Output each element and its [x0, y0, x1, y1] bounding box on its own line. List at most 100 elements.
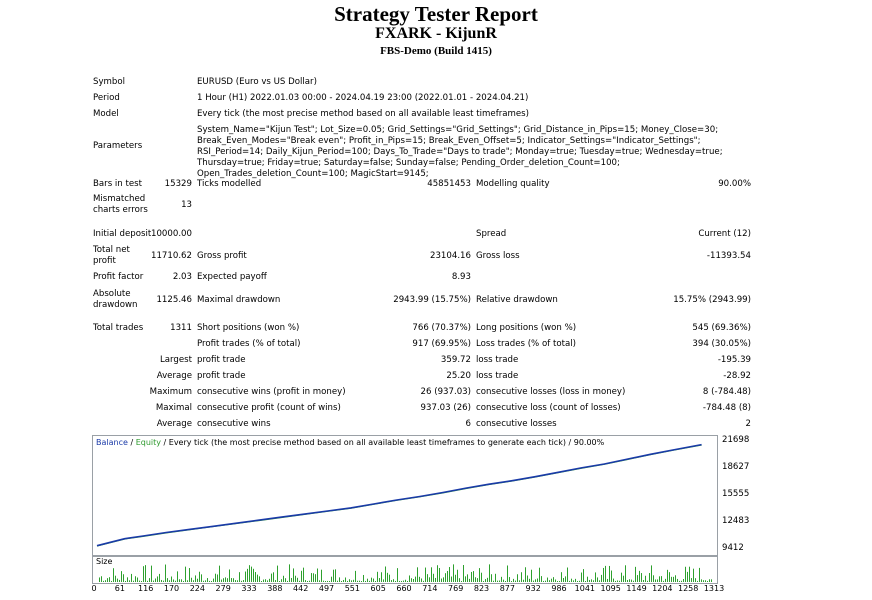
size-bar — [453, 564, 454, 582]
size-bar — [495, 573, 496, 582]
size-histogram — [99, 564, 712, 582]
x-tick-label: 605 — [370, 584, 386, 593]
size-bar — [567, 567, 568, 582]
cons-losses-money-label: consecutive losses (loss in money) — [476, 387, 626, 397]
size-bar — [211, 580, 212, 582]
size-bar — [175, 580, 176, 582]
size-bar — [181, 579, 182, 582]
size-bar — [491, 574, 492, 582]
size-bar — [619, 580, 620, 582]
size-bar — [639, 570, 640, 582]
size-bar — [269, 578, 270, 582]
size-bar — [673, 576, 674, 582]
size-bar — [623, 575, 624, 582]
size-bar — [247, 568, 248, 582]
x-tick-label: 986 — [551, 584, 567, 593]
size-bar — [571, 578, 572, 582]
size-bar — [411, 578, 412, 582]
size-bar — [537, 578, 538, 582]
size-bar — [555, 579, 556, 582]
report-server: FBS-Demo (Build 1415) — [380, 45, 492, 57]
x-tick-label: 0 — [91, 584, 97, 593]
size-bar — [685, 566, 686, 582]
size-bar — [193, 580, 194, 582]
size-bar — [123, 574, 124, 582]
size-bar — [543, 580, 544, 582]
size-bar — [105, 580, 106, 582]
maximal-label: Maximal — [155, 403, 192, 413]
size-bar — [309, 580, 310, 582]
x-tick-label: 714 — [422, 584, 438, 593]
size-bar — [201, 574, 202, 582]
size-bar — [147, 580, 148, 582]
size-bar — [593, 580, 594, 582]
size-bar — [189, 568, 190, 582]
size-bar — [669, 572, 670, 582]
size-bar — [357, 580, 358, 582]
size-bar — [359, 580, 360, 582]
cons-wins-value: 6 — [465, 419, 471, 429]
size-bar — [643, 579, 644, 582]
size-bar — [263, 579, 264, 582]
y-tick-label: 21698 — [722, 435, 750, 445]
size-bar — [183, 580, 184, 582]
size-bar — [375, 580, 376, 582]
size-bar — [363, 574, 364, 582]
x-tick-label: 497 — [318, 584, 335, 593]
size-bar — [705, 580, 706, 582]
size-bar — [595, 572, 596, 582]
avg-loss-label: loss trade — [476, 371, 519, 381]
size-bar — [523, 579, 524, 582]
size-bar — [231, 578, 232, 582]
size-bar — [289, 564, 290, 582]
size-bar — [515, 580, 516, 582]
cons-profit-count-label: consecutive profit (count of wins) — [197, 403, 341, 413]
size-bar — [179, 579, 180, 582]
size-bar — [497, 580, 498, 582]
size-bar — [561, 572, 562, 582]
size-bar — [651, 565, 652, 582]
size-bar — [505, 580, 506, 582]
size-bar — [283, 575, 284, 582]
size-bar — [709, 579, 710, 582]
size-bar — [109, 577, 110, 582]
size-bar — [153, 580, 154, 582]
size-bar — [341, 580, 342, 582]
size-bar — [295, 575, 296, 582]
bars-value: 15329 — [164, 179, 192, 189]
size-bar — [393, 579, 394, 582]
size-bar — [125, 580, 126, 582]
grossprofit-value: 23104.16 — [429, 251, 471, 261]
short-label: Short positions (won %) — [197, 323, 300, 333]
size-bar — [199, 571, 200, 582]
size-bar — [227, 578, 228, 582]
size-bar — [667, 569, 668, 582]
size-bar — [589, 579, 590, 582]
size-bar — [185, 566, 186, 582]
size-bar — [173, 579, 174, 582]
size-bar — [101, 576, 102, 582]
size-bar — [603, 567, 604, 582]
x-tick-label: 769 — [448, 584, 464, 593]
size-bar — [421, 578, 422, 582]
size-bar — [611, 570, 612, 582]
size-bar — [235, 580, 236, 582]
trades-label: Total trades — [93, 323, 144, 333]
size-bar — [311, 573, 312, 582]
size-bar — [631, 579, 632, 582]
size-bar — [699, 567, 700, 582]
cons-wins-label: consecutive wins — [197, 419, 271, 429]
mismatch-value: 13 — [181, 200, 192, 210]
x-tick-label: 116 — [138, 584, 154, 593]
cons-losses-value: 2 — [745, 419, 751, 429]
size-bar — [647, 580, 648, 582]
size-bar — [507, 565, 508, 582]
size-bar — [627, 579, 628, 582]
ticks-label: Ticks modelled — [197, 179, 262, 189]
x-tick-label: 660 — [396, 584, 412, 593]
x-tick-label: 442 — [293, 584, 309, 593]
ltrades-value: 394 (30.05%) — [692, 339, 751, 349]
pf-label: Profit factor — [93, 272, 144, 282]
maximum-label: Maximum — [149, 387, 192, 397]
size-bar — [333, 569, 334, 582]
